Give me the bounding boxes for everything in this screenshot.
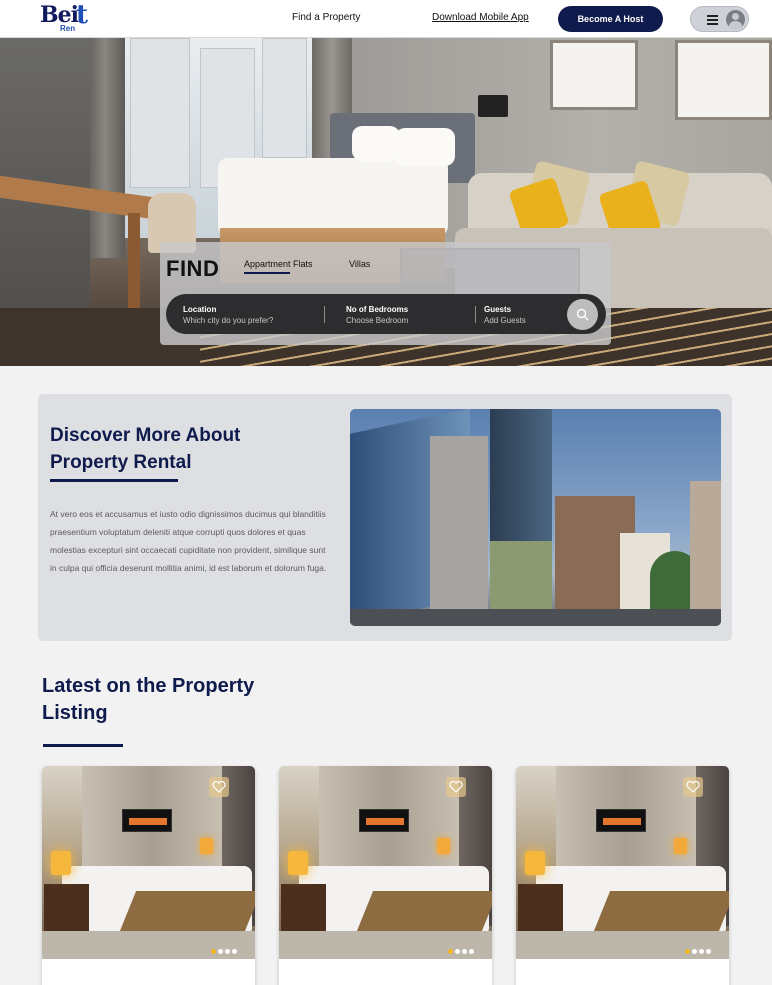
carousel-dot[interactable] [455,949,460,954]
top-navbar: Bei t Ren Find a Property Download Mobil… [0,0,772,38]
become-host-button[interactable]: Become A Host [558,6,663,32]
user-avatar-icon [726,10,745,29]
property-card[interactable] [279,766,492,985]
about-title: Discover More About Property Rental [50,425,241,473]
hamburger-menu-icon [707,15,718,25]
carousel-dot[interactable] [218,949,223,954]
bedrooms-placeholder: Choose Bedroom [346,316,409,325]
about-section: Discover More About Property Rental At v… [38,394,732,641]
title-underline [50,479,178,482]
favorite-button[interactable] [209,777,229,797]
guests-placeholder: Add Guests [484,316,526,325]
carousel-dot[interactable] [232,949,237,954]
brand-logo[interactable]: Bei t Ren [40,0,100,36]
property-card[interactable] [42,766,255,985]
guests-label: Guests [484,305,512,314]
heart-icon [212,781,226,793]
bedrooms-field[interactable]: No of Bedrooms Choose Bedroom [346,305,408,325]
location-label: Location [183,305,217,314]
city-buildings-image [350,409,721,626]
property-card[interactable] [516,766,729,985]
carousel-dot[interactable] [685,949,690,954]
carousel-dot[interactable] [706,949,711,954]
carousel-dot[interactable] [211,949,216,954]
image-carousel-dots[interactable] [685,941,713,954]
nav-download-app-link[interactable]: Download Mobile App [432,12,529,23]
tab-villas[interactable]: Villas [349,259,370,269]
search-bar: Location Which city do you prefer? No of… [166,294,606,334]
image-carousel-dots[interactable] [448,941,476,954]
image-carousel-dots[interactable] [211,941,239,954]
heart-icon [449,781,463,793]
field-divider [324,306,325,323]
carousel-dot[interactable] [462,949,467,954]
guests-field[interactable]: Guests Add Guests [484,305,526,325]
location-field[interactable]: Location Which city do you prefer? [183,305,273,325]
carousel-dot[interactable] [225,949,230,954]
carousel-dot[interactable] [692,949,697,954]
active-tab-underline [244,272,290,274]
about-description: At vero eos et accusamus et iusto odio d… [50,509,327,573]
location-placeholder: Which city do you prefer? [183,316,274,325]
favorite-button[interactable] [446,777,466,797]
favorite-button[interactable] [683,777,703,797]
bedrooms-label: No of Bedrooms [346,305,409,314]
carousel-dot[interactable] [699,949,704,954]
latest-listing-title: Latest on the Property Listing [42,675,255,724]
search-icon [576,308,589,321]
nav-find-property-link[interactable]: Find a Property [292,12,360,23]
logo-accent: t [76,0,89,30]
carousel-dot[interactable] [448,949,453,954]
carousel-dot[interactable] [469,949,474,954]
field-divider [475,306,476,323]
search-button[interactable] [567,299,598,330]
title-underline [43,744,123,747]
user-menu-button[interactable] [690,6,749,32]
logo-subtext: Ren [60,24,76,33]
heart-icon [686,781,700,793]
search-title: FIND [166,256,220,281]
tab-appartment-flats[interactable]: Appartment Flats [244,259,313,269]
